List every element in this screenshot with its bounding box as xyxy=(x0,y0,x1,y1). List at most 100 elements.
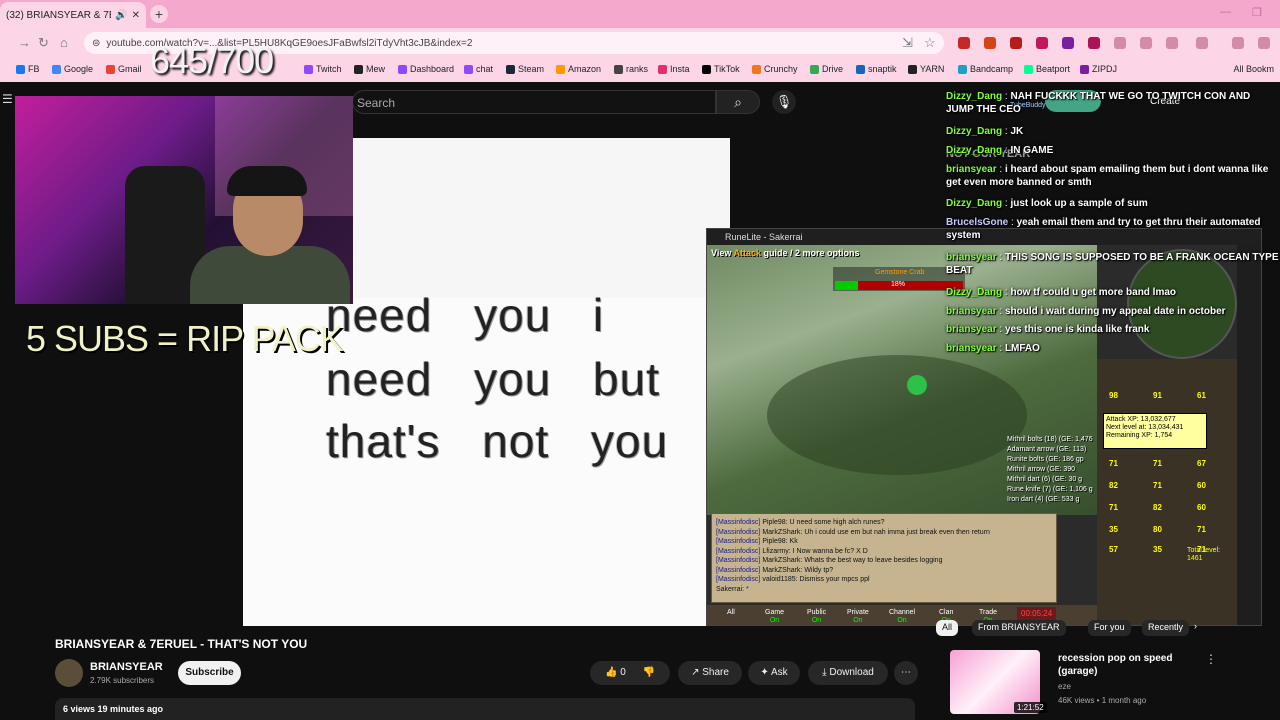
chat-tab-game[interactable]: Game On xyxy=(765,609,784,625)
extension-icon[interactable] xyxy=(958,37,970,49)
bookmark-item[interactable]: Steam xyxy=(506,64,544,74)
dislike-button[interactable]: 👎 xyxy=(643,667,655,678)
extension-icon[interactable] xyxy=(1088,37,1100,49)
subscribe-button[interactable]: Subscribe xyxy=(178,661,241,685)
home-icon[interactable]: ⌂ xyxy=(60,35,68,50)
more-actions-button[interactable]: ⋯ xyxy=(894,661,918,685)
close-tab-icon[interactable]: ✕ xyxy=(132,10,140,21)
hamburger-menu-icon[interactable]: ☰ xyxy=(2,92,13,106)
game-chatbox[interactable]: [Massinfodisc] Piple98: U need some high… xyxy=(711,513,1057,603)
skill-level[interactable]: 71 xyxy=(1197,525,1206,534)
bookmark-item[interactable]: Insta xyxy=(658,64,690,74)
bookmark-item[interactable]: chat xyxy=(464,64,493,74)
voice-search-button[interactable]: 🎙 xyxy=(772,90,796,114)
bookmark-item[interactable]: Mew xyxy=(354,64,385,74)
chevron-right-icon[interactable]: › xyxy=(1194,621,1197,631)
amazon-icon xyxy=(556,64,565,74)
bookmark-item[interactable]: Dashboard xyxy=(398,64,454,74)
chip-from-channel[interactable]: From BRIANSYEAR xyxy=(972,620,1066,636)
sidebar-icon[interactable] xyxy=(1196,37,1208,49)
speaker-icon[interactable]: 🔊 xyxy=(115,10,127,21)
rec-channel[interactable]: eze xyxy=(1058,682,1071,691)
browser-tab-active[interactable]: (32) BRIANSYEAR & 7ERUEL 🔊 ✕ xyxy=(0,2,146,28)
channel-avatar[interactable] xyxy=(55,659,83,687)
bookmark-item[interactable]: FB xyxy=(16,64,40,74)
gemstone-crab[interactable] xyxy=(907,375,927,395)
ask-button[interactable]: ✦ Ask xyxy=(748,661,800,685)
extension-icon[interactable] xyxy=(1140,37,1152,49)
rip-pack-overlay: 5 SUBS = RIP PACK xyxy=(26,318,344,359)
bookmark-item[interactable]: ranks xyxy=(614,64,648,74)
bookmark-item[interactable]: Amazon xyxy=(556,64,601,74)
skill-level[interactable]: 35 xyxy=(1153,545,1162,554)
all-bookmarks[interactable]: All Bookm xyxy=(1233,64,1274,74)
folder-icon xyxy=(614,64,623,74)
skill-level[interactable]: 71 xyxy=(1109,503,1118,512)
new-tab-button[interactable]: + xyxy=(150,5,168,23)
skill-level[interactable]: 71 xyxy=(1153,459,1162,468)
chat-tab-public[interactable]: Public On xyxy=(807,609,826,625)
rec-title[interactable]: recession pop on speed (garage) xyxy=(1058,652,1208,678)
skill-level[interactable]: 82 xyxy=(1109,481,1118,490)
skill-level[interactable]: 60 xyxy=(1197,481,1206,490)
skill-level[interactable]: 61 xyxy=(1197,391,1206,400)
puzzle-icon[interactable] xyxy=(1166,37,1178,49)
skills-panel[interactable]: 98 91 61 71 71 67 82 71 60 71 82 60 35 8… xyxy=(1097,359,1237,625)
extension-icon[interactable] xyxy=(1114,37,1126,49)
skill-level[interactable]: 57 xyxy=(1109,545,1118,554)
bookmark-item[interactable]: Twitch xyxy=(304,64,342,74)
bookmark-item[interactable]: ZIPDJ xyxy=(1080,64,1117,74)
chat-message: briansyear : i heard about spam emailing… xyxy=(946,164,1269,188)
snaptik-icon xyxy=(856,64,865,74)
skill-level[interactable]: 35 xyxy=(1109,525,1118,534)
description-box[interactable]: 6 views 19 minutes ago xyxy=(55,698,915,720)
like-button[interactable]: 👍 0 xyxy=(605,667,626,678)
forward-icon[interactable]: → xyxy=(18,35,31,50)
bookmark-item[interactable]: Drive xyxy=(810,64,843,74)
bookmark-item[interactable]: Crunchy xyxy=(752,64,798,74)
bookmark-item[interactable]: YARN xyxy=(908,64,944,74)
chip-all[interactable]: All xyxy=(936,620,959,636)
chip-for-you[interactable]: For you xyxy=(1088,620,1131,636)
bookmark-item[interactable]: Bandcamp xyxy=(958,64,1013,74)
bookmark-item[interactable]: Gmail xyxy=(106,64,142,74)
chat-tab-channel[interactable]: Channel On xyxy=(889,609,915,625)
bookmark-item[interactable]: Google xyxy=(52,64,93,74)
screen: (32) BRIANSYEAR & 7ERUEL 🔊 ✕ + — ❐ → ↻ ⌂… xyxy=(0,0,1280,720)
minimize-icon[interactable]: — xyxy=(1220,6,1231,18)
reload-icon[interactable]: ↻ xyxy=(38,35,49,51)
bookmark-item[interactable]: snaptik xyxy=(856,64,897,74)
instagram-icon xyxy=(658,64,667,74)
download-button[interactable]: ⤓ Download xyxy=(808,661,888,685)
extension-icon[interactable] xyxy=(1010,37,1022,49)
extension-icon[interactable] xyxy=(1036,37,1048,49)
menu-icon[interactable] xyxy=(1232,37,1244,49)
bookmark-item[interactable]: TikTok xyxy=(702,64,740,74)
bookmark-item[interactable]: Beatport xyxy=(1024,64,1070,74)
skill-level[interactable]: 91 xyxy=(1153,391,1162,400)
skill-level[interactable]: 82 xyxy=(1153,503,1162,512)
skill-level[interactable]: 98 xyxy=(1109,391,1118,400)
skill-level[interactable]: 71 xyxy=(1153,481,1162,490)
search-input[interactable]: Search xyxy=(352,90,716,114)
bookmark-star-icon[interactable]: ☆ xyxy=(924,35,936,51)
chat-tab-all[interactable]: All xyxy=(727,609,735,617)
maximize-icon[interactable]: ❐ xyxy=(1252,6,1262,19)
share-button[interactable]: ↗ Share xyxy=(678,661,742,685)
extension-icon[interactable] xyxy=(984,37,996,49)
chat-tab-private[interactable]: Private On xyxy=(847,609,869,625)
channel-name[interactable]: BRIANSYEAR xyxy=(90,661,163,673)
skill-level[interactable]: 71 xyxy=(1109,459,1118,468)
search-button[interactable]: ⌕ xyxy=(716,90,760,114)
skill-level[interactable]: 67 xyxy=(1197,459,1206,468)
rec-menu-icon[interactable]: ⋮ xyxy=(1205,652,1217,666)
skill-level[interactable]: 80 xyxy=(1153,525,1162,534)
chat-message: briansyear : THIS SONG IS SUPPOSED TO BE… xyxy=(946,252,1279,276)
skill-level[interactable]: 60 xyxy=(1197,503,1206,512)
gmail-icon xyxy=(106,64,115,74)
profile-icon[interactable] xyxy=(1258,37,1270,49)
chip-recently[interactable]: Recently xyxy=(1142,620,1190,636)
site-info-icon[interactable]: ⊜ xyxy=(92,38,100,49)
install-icon[interactable]: ⇲ xyxy=(902,35,913,51)
extension-icon[interactable] xyxy=(1062,37,1074,49)
